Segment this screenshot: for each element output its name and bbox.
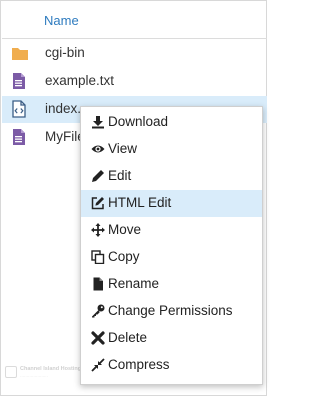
edit-square-icon — [91, 196, 105, 210]
context-menu: Download View Edit HTML Edit Move Copy R… — [80, 106, 263, 385]
file-name: cgi-bin — [45, 45, 85, 60]
x-icon — [91, 331, 105, 345]
watermark-text: Channel Island Hosting — [20, 366, 82, 372]
file-row-cgi-bin[interactable]: cgi-bin — [2, 40, 267, 67]
file-name: MyFile — [45, 129, 85, 144]
menu-item-label: HTML Edit — [108, 195, 172, 210]
menu-item-label: Rename — [108, 276, 160, 291]
file-name: example.txt — [45, 73, 115, 88]
copy-icon — [91, 250, 105, 265]
menu-item-view[interactable]: View — [81, 136, 262, 163]
compress-icon — [91, 358, 105, 372]
menu-item-label: Move — [108, 222, 142, 237]
file-icon — [91, 277, 105, 291]
watermark-icon — [5, 366, 17, 378]
menu-item-delete[interactable]: Delete — [81, 325, 262, 352]
menu-item-copy[interactable]: Copy — [81, 244, 262, 271]
menu-item-label: Change Permissions — [108, 303, 233, 318]
menu-item-label: Copy — [108, 249, 140, 264]
menu-item-move[interactable]: Move — [81, 217, 262, 244]
text-file-icon — [11, 72, 27, 90]
menu-item-html-edit[interactable]: HTML Edit — [81, 190, 262, 217]
menu-item-edit[interactable]: Edit — [81, 163, 262, 190]
file-manager-panel: Name cgi-bin example.txt index. MyFile C… — [0, 0, 267, 396]
menu-item-label: View — [108, 141, 138, 156]
text-file-icon — [11, 128, 27, 146]
eye-icon — [91, 142, 105, 156]
folder-icon — [11, 44, 28, 62]
file-row-example-txt[interactable]: example.txt — [2, 68, 267, 95]
menu-item-label: Delete — [108, 330, 148, 345]
menu-item-download[interactable]: Download — [81, 109, 262, 136]
download-icon — [91, 115, 105, 129]
menu-item-change-permissions[interactable]: Change Permissions — [81, 298, 262, 325]
pencil-icon — [91, 169, 105, 183]
menu-item-label: Compress — [108, 357, 170, 372]
menu-item-rename[interactable]: Rename — [81, 271, 262, 298]
file-name: index. — [45, 101, 82, 116]
file-list-header: Name — [2, 2, 267, 39]
html-file-icon — [11, 100, 27, 118]
key-icon — [91, 304, 105, 318]
move-arrows-icon — [91, 223, 105, 237]
menu-item-label: Download — [108, 114, 169, 129]
menu-item-label: Edit — [108, 168, 132, 183]
menu-item-compress[interactable]: Compress — [81, 352, 262, 379]
watermark-subtext: ····················· — [20, 374, 48, 379]
name-column-header[interactable]: Name — [44, 13, 79, 28]
